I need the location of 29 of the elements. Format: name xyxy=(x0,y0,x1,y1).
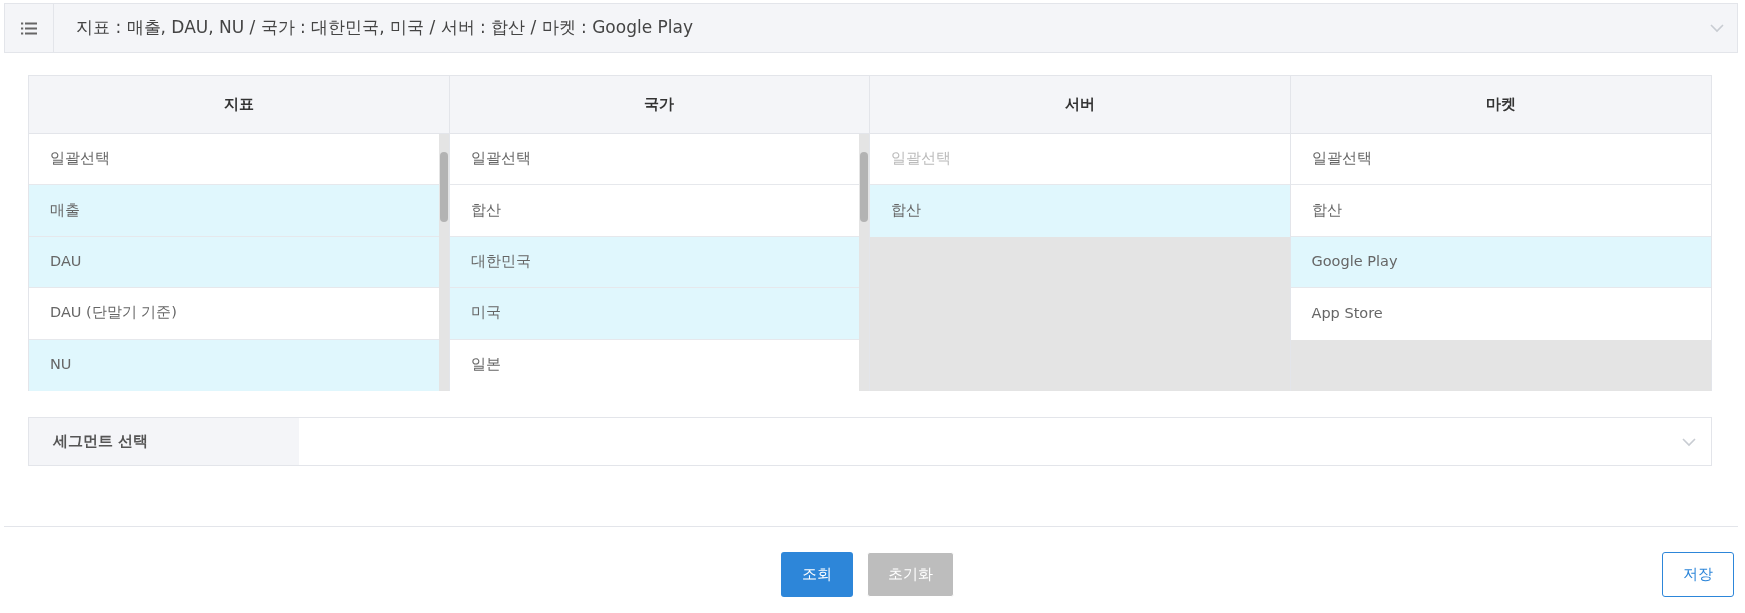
column-header: 서버 xyxy=(870,76,1290,134)
option-item[interactable]: Google Play xyxy=(1290,236,1711,289)
option-item[interactable]: 대한민국 xyxy=(449,236,859,289)
option-item[interactable]: 일괄선택 xyxy=(29,134,439,186)
scrollbar-thumb[interactable] xyxy=(439,152,448,222)
option-item[interactable]: DAU (단말기 기준) xyxy=(29,288,439,340)
option-item[interactable]: 매출 xyxy=(29,185,439,237)
segment-label: 세그먼트 선택 xyxy=(29,418,299,465)
filter-summary: 지표 : 매출, DAU, NU / 국가 : 대한민국, 미국 / 서버 : 합산 / 마켓 : Google Play xyxy=(75,16,694,40)
option-item[interactable]: DAU xyxy=(29,236,439,289)
option-item[interactable]: 일괄선택 xyxy=(449,134,859,186)
save-button[interactable]: 저장 xyxy=(1662,552,1734,597)
option-item[interactable]: 일괄선택 xyxy=(1290,134,1711,186)
option-item[interactable]: 미국 xyxy=(449,288,859,340)
search-button[interactable]: 조회 xyxy=(780,552,853,597)
expand-chevron-icon[interactable] xyxy=(1709,23,1725,33)
option-item[interactable]: 일본 xyxy=(449,339,859,391)
option-item: 일괄선택 xyxy=(870,134,1290,186)
column-header: 지표 xyxy=(29,76,449,134)
list-menu-icon[interactable] xyxy=(21,21,37,35)
column-header: 국가 xyxy=(449,76,869,134)
option-item[interactable]: NU xyxy=(29,339,439,391)
option-item[interactable]: 합산 xyxy=(870,185,1290,237)
column-header: 마켓 xyxy=(1290,76,1711,134)
option-item[interactable]: App Store xyxy=(1290,288,1711,340)
dropdown-chevron-icon xyxy=(1681,436,1697,447)
option-item[interactable]: 합산 xyxy=(1290,185,1711,237)
scrollbar-thumb[interactable] xyxy=(860,152,868,222)
option-item[interactable]: 합산 xyxy=(449,185,859,237)
